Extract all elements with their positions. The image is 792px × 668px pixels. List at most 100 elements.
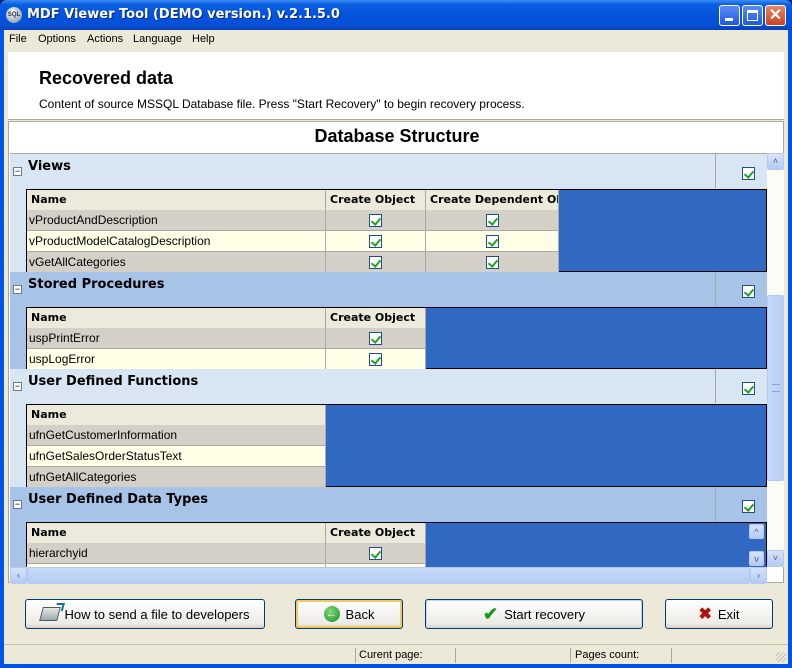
scroll-down-button[interactable]: ˅ [767, 550, 784, 567]
section-title: Views [28, 159, 71, 174]
pages-count-label: Pages count: [575, 649, 640, 661]
row-name: ufnGetAllCategories [27, 467, 326, 488]
start-recovery-label: Start recovery [504, 606, 585, 622]
column-header-name[interactable]: Name [27, 405, 326, 426]
row-name: vProductAndDescription [27, 210, 326, 231]
table-row[interactable]: uspLogError [27, 349, 426, 370]
menu-help[interactable]: Help [192, 33, 215, 45]
back-label: Back [345, 606, 375, 622]
maximize-button[interactable] [742, 5, 763, 26]
menu-options[interactable]: Options [38, 33, 76, 45]
table-row[interactable]: ufnGetCustomerInformation [27, 425, 326, 446]
page-title: Recovered data [39, 68, 174, 88]
checkbox-checked-icon [485, 214, 499, 228]
column-header-create-object[interactable]: Create Object [326, 308, 426, 329]
checkbox-checked-icon [369, 214, 382, 228]
scroll-thumb[interactable] [767, 295, 784, 481]
column-header-name[interactable]: Name [27, 190, 326, 211]
checkbox-checked-icon [369, 332, 382, 346]
row-name: hierarchyid [27, 543, 326, 564]
section-title: User Defined Functions [28, 374, 199, 389]
grip-icon [772, 384, 780, 392]
checkbox-checked-icon [485, 256, 499, 270]
checkbox-checked-icon [742, 285, 755, 299]
column-header-create-object[interactable]: Create Object [326, 523, 426, 544]
section-checkbox[interactable] [742, 166, 755, 181]
section-checkbox[interactable] [742, 284, 755, 299]
checkmark-icon: ✔ [482, 603, 499, 624]
table-header: Name Create Object Create Dependent Obj [27, 190, 559, 211]
table-row[interactable]: ufnGetAllCategories [27, 467, 326, 488]
create-dependent-checkbox[interactable] [426, 210, 559, 231]
collapse-icon[interactable]: − [13, 285, 22, 294]
start-recovery-button[interactable]: ✔ Start recovery [425, 599, 643, 629]
collapse-icon[interactable]: − [13, 167, 22, 176]
create-dependent-checkbox[interactable] [426, 252, 559, 273]
table-row[interactable]: ufnGetSalesOrderStatusText [27, 446, 326, 467]
inner-scroll-up-button[interactable]: ^ [749, 524, 764, 539]
menu-file[interactable]: File [9, 33, 27, 45]
collapse-icon[interactable]: − [13, 382, 22, 391]
section-checkbox[interactable] [742, 381, 755, 396]
section-stored-procedures: − Stored Procedures Name Create Object u… [10, 272, 767, 370]
table-header: Name Create Object [27, 523, 426, 544]
status-bar: Curent page: Pages count: [4, 644, 788, 664]
table-row[interactable]: vProductAndDescription [27, 210, 559, 231]
divider [715, 272, 716, 306]
divider [715, 487, 716, 521]
table-row[interactable]: hierarchyid [27, 543, 426, 564]
horizontal-scrollbar[interactable]: ‹ › [10, 567, 767, 584]
database-structure-title: Database Structure [314, 126, 480, 146]
inner-scroll-down-button[interactable]: v [749, 551, 764, 566]
table-row[interactable]: vProductModelCatalogDescription [27, 231, 559, 252]
exit-label: Exit [717, 606, 740, 622]
vertical-scrollbar[interactable]: ˄ ˅ [767, 153, 784, 567]
collapse-icon[interactable]: − [13, 500, 22, 509]
structure-grid: − Views Name Create Object Create Depend… [10, 153, 767, 567]
table-row[interactable]: uspPrintError [27, 328, 426, 349]
back-button[interactable]: ← Back [295, 599, 403, 629]
send-disk-icon [38, 607, 61, 621]
column-header-name[interactable]: Name [27, 308, 326, 329]
app-window: SQL MDF Viewer Tool (DEMO version.) v.2.… [0, 0, 792, 668]
create-object-checkbox[interactable] [326, 328, 426, 349]
title-bar[interactable]: SQL MDF Viewer Tool (DEMO version.) v.2.… [0, 0, 792, 30]
column-header-create-dependent[interactable]: Create Dependent Obj [426, 190, 559, 211]
minimize-icon [725, 18, 733, 21]
create-object-checkbox[interactable] [326, 543, 426, 564]
menu-language[interactable]: Language [133, 33, 182, 45]
row-name: ufnGetCustomerInformation [27, 425, 326, 446]
create-object-checkbox[interactable] [326, 349, 426, 370]
create-dependent-checkbox[interactable] [426, 231, 559, 252]
divider [715, 154, 716, 188]
stored-procedures-table: Name Create Object uspPrintError uspLogE… [26, 307, 767, 370]
scroll-left-button[interactable]: ‹ [10, 567, 27, 584]
create-object-checkbox[interactable] [326, 210, 426, 231]
row-name: vGetAllCategories [27, 252, 326, 273]
table-row[interactable]: vGetAllCategories [27, 252, 559, 273]
section-checkbox[interactable] [742, 499, 755, 514]
send-file-button[interactable]: How to send a file to developers [25, 599, 265, 629]
checkbox-checked-icon [369, 353, 382, 367]
divider [455, 648, 456, 663]
column-header-name[interactable]: Name [27, 523, 326, 544]
close-button[interactable]: ✕ [765, 5, 786, 26]
checkbox-checked-icon [369, 547, 382, 561]
scroll-up-button[interactable]: ˄ [767, 153, 784, 170]
chevron-up-icon: ˄ [772, 156, 779, 166]
page-subtitle: Content of source MSSQL Database file. P… [39, 97, 525, 111]
x-icon: ✖ [698, 606, 712, 623]
views-table: Name Create Object Create Dependent Obj … [26, 189, 767, 273]
section-title: User Defined Data Types [28, 492, 208, 507]
scroll-thumb[interactable] [27, 567, 750, 584]
user-defined-functions-table: Name ufnGetCustomerInformation ufnGetSal… [26, 404, 767, 488]
resize-grip-icon[interactable] [776, 652, 786, 662]
exit-button[interactable]: ✖ Exit [665, 599, 773, 629]
minimize-button[interactable] [719, 5, 740, 26]
checkbox-checked-icon [742, 382, 755, 396]
column-header-create-object[interactable]: Create Object [326, 190, 426, 211]
scroll-right-button[interactable]: › [750, 567, 767, 584]
create-object-checkbox[interactable] [326, 231, 426, 252]
create-object-checkbox[interactable] [326, 252, 426, 273]
menu-actions[interactable]: Actions [87, 33, 123, 45]
